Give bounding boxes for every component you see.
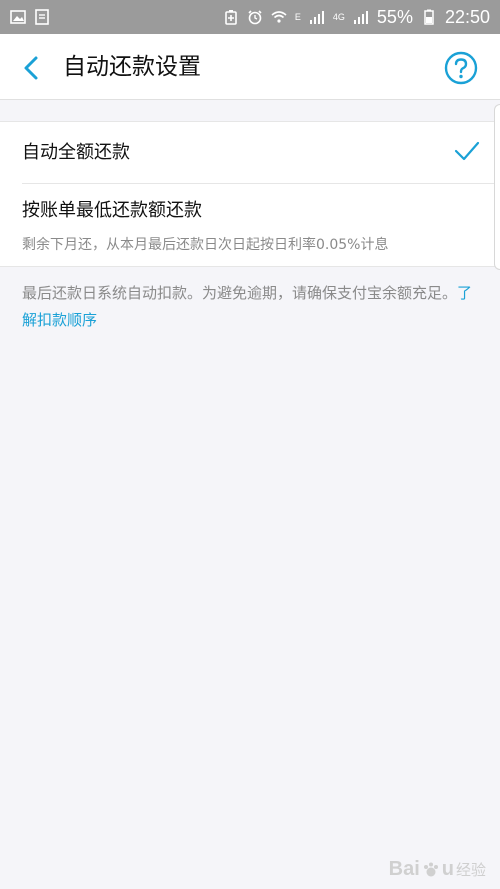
repayment-options: 自动全额还款 按账单最低还款额还款 剩余下月还，从本月最后还款日次日起按日利率0… bbox=[0, 121, 500, 267]
paw-icon bbox=[423, 862, 438, 876]
watermark-cn: 经验 bbox=[455, 862, 486, 879]
option-description: 剩余下月还，从本月最后还款日次日起按日利率0.05%计息 bbox=[22, 237, 389, 253]
option-label: 自动全额还款 bbox=[22, 142, 130, 163]
battery-saver-icon bbox=[225, 10, 237, 25]
option-minimum-repayment[interactable]: 按账单最低还款额还款 剩余下月还，从本月最后还款日次日起按日利率0.05%计息 bbox=[0, 184, 500, 268]
status-bar: E 4G 55% 22:50 bbox=[0, 0, 500, 34]
repayment-note: 最后还款日系统自动扣款。为避免逾期，请确保支付宝余额充足。了解扣款顺序 bbox=[22, 280, 482, 334]
document-icon bbox=[35, 9, 49, 25]
baidu-jingyan-watermark: Bai u 经验 bbox=[389, 858, 486, 881]
network-label: E bbox=[294, 12, 301, 22]
option-full-repayment[interactable]: 自动全额还款 bbox=[0, 122, 500, 183]
status-right: E 4G 55% 22:50 bbox=[223, 7, 490, 28]
back-button[interactable] bbox=[14, 51, 48, 85]
signal-icon bbox=[309, 11, 324, 24]
clock: 22:50 bbox=[444, 6, 490, 27]
note-text: 最后还款日系统自动扣款。为避免逾期，请确保支付宝余额充足。 bbox=[22, 284, 458, 302]
battery-icon bbox=[424, 9, 434, 25]
chevron-left-icon bbox=[24, 56, 38, 80]
alarm-icon bbox=[248, 10, 262, 25]
battery-percent: 55% bbox=[376, 6, 413, 27]
page-title: 自动还款设置 bbox=[63, 54, 201, 80]
wifi-icon bbox=[271, 11, 287, 23]
option-label: 按账单最低还款额还款 bbox=[22, 200, 202, 221]
scroll-indicator bbox=[494, 104, 500, 270]
checkmark-icon bbox=[454, 141, 480, 161]
signal-4g-label: 4G bbox=[332, 12, 345, 22]
status-left bbox=[10, 9, 50, 25]
watermark-brand-end: u bbox=[441, 858, 454, 880]
help-button[interactable] bbox=[444, 51, 478, 85]
nav-bar: 自动还款设置 bbox=[0, 34, 500, 100]
signal-4g-icon bbox=[353, 11, 368, 24]
watermark-brand: Bai bbox=[388, 858, 420, 880]
image-icon bbox=[10, 10, 26, 24]
help-circle-icon bbox=[444, 51, 478, 85]
